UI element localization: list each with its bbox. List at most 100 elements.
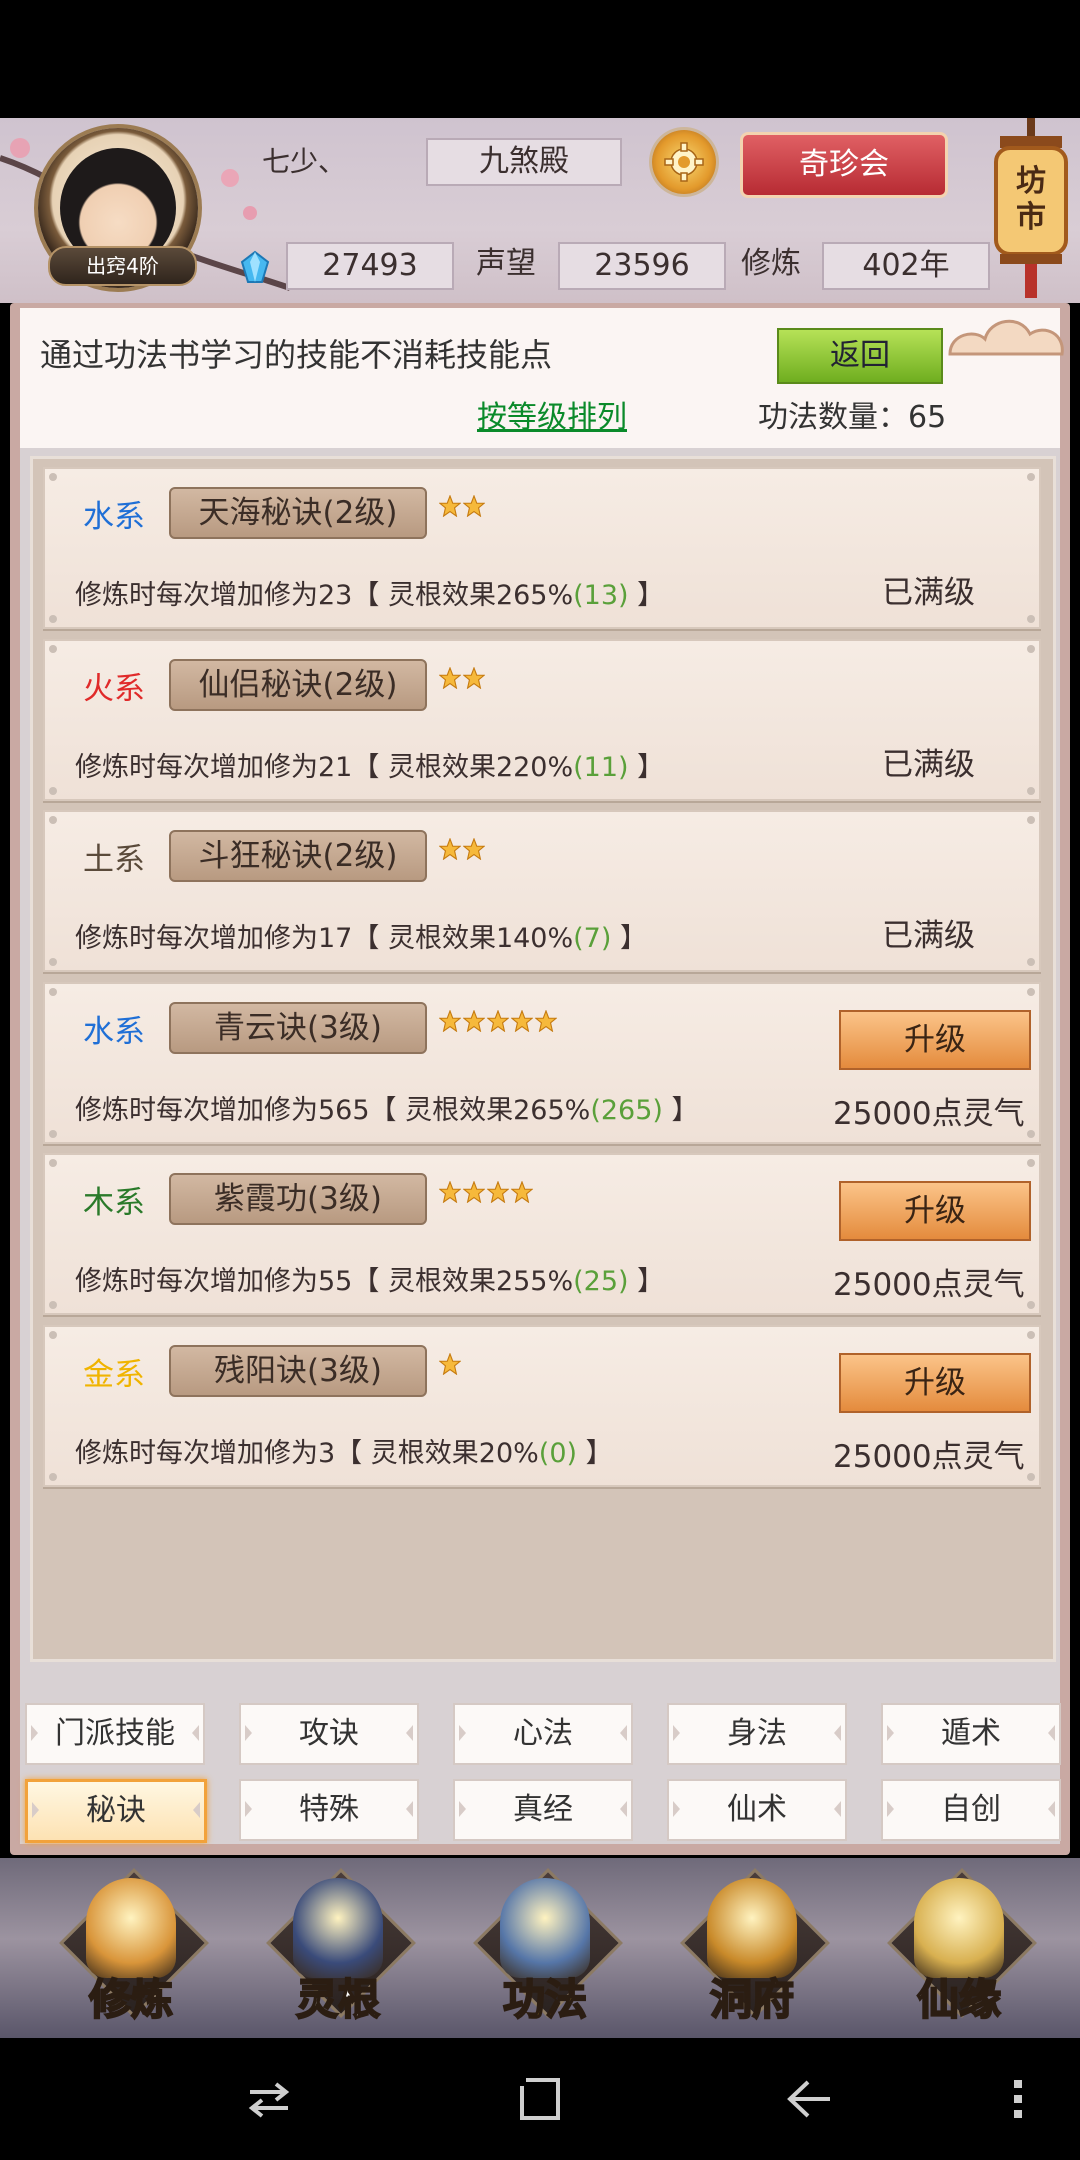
card-corner-stud	[49, 1330, 57, 1339]
menu-dots-icon[interactable]	[1010, 2078, 1026, 2120]
skill-name: 残阳诀(3级)	[169, 1344, 427, 1397]
recent-apps-icon[interactable]	[246, 2080, 292, 2120]
skill-stars	[438, 1351, 463, 1381]
nav-label: 洞府	[709, 1974, 795, 2025]
card-corner-stud	[49, 644, 57, 653]
settings-button[interactable]	[652, 130, 716, 194]
category-button[interactable]: 仙术	[667, 1779, 847, 1841]
skill-stars	[438, 1180, 535, 1209]
skill-name: 斗狂秘诀(2级)	[169, 830, 427, 882]
effect-text: 修炼时每次增加修为21【 灵根效果220%	[75, 751, 574, 783]
effect-close: 】	[628, 1266, 665, 1297]
skill-card[interactable]: 火系 仙侣秘诀(2级) 修炼时每次增加修为21【 灵根效果220%(11) 】 已满级	[43, 638, 1041, 801]
skill-card[interactable]: 木系 紫霞功(3级) 修炼时每次增加修为55【 灵根效果255%(25) 】 升级 25…	[43, 1153, 1041, 1315]
skill-effect: 修炼时每次增加修为23【 灵根效果265%(13) 】	[75, 573, 664, 612]
card-corner-stud	[1027, 473, 1035, 481]
category-button[interactable]: 真经	[453, 1779, 633, 1841]
star-icon	[510, 1008, 534, 1036]
card-corner-stud	[49, 1301, 57, 1309]
effect-bonus: (7)	[573, 923, 612, 954]
max-level-label: 已满级	[882, 575, 975, 611]
category-button[interactable]: 秘诀	[25, 1779, 207, 1843]
sword-icon	[293, 1878, 383, 1978]
upgrade-cost: 25000点灵气	[833, 1438, 1025, 1475]
cloud-decoration	[948, 319, 1064, 356]
skill-name: 仙侣秘诀(2级)	[169, 658, 427, 711]
back-button[interactable]: 返回	[777, 328, 943, 384]
card-corner-stud	[1027, 786, 1035, 795]
skill-effect: 修炼时每次增加修为3【 灵根效果20%(0) 】	[75, 1431, 613, 1470]
category-button[interactable]: 门派技能	[25, 1703, 205, 1765]
upgrade-button[interactable]: 升级	[839, 1352, 1031, 1413]
skills-panel: 通过功法书学习的技能不消耗技能点 返回 按等级排列 功法数量：65 水系 天海秘诀…	[10, 303, 1070, 1855]
effect-close: 】	[628, 751, 665, 783]
star-icon	[486, 1180, 510, 1207]
skill-effect: 修炼时每次增加修为55【 灵根效果255%(25) 】	[75, 1259, 664, 1298]
nav-label: 修炼	[88, 1974, 174, 2025]
sect-name: 九煞殿	[426, 138, 622, 186]
sort-by-level-link[interactable]: 按等级排列	[477, 392, 627, 436]
skill-list[interactable]: 水系 天海秘诀(2级) 修炼时每次增加修为23【 灵根效果265%(13) 】已满级…	[30, 456, 1056, 1662]
effect-text: 修炼时每次增加修为17【 灵根效果140%	[75, 923, 574, 954]
effect-text: 修炼时每次增加修为565【 灵根效果265%	[75, 1094, 591, 1126]
nav-gourd[interactable]: 仙缘	[874, 1868, 1044, 2028]
bottom-nav: 修炼 灵根 功法 洞府 仙缘	[0, 1858, 1080, 2038]
upgrade-cost: 25000点灵气	[833, 1095, 1025, 1132]
card-corner-stud	[49, 473, 57, 481]
effect-bonus: (13)	[573, 580, 629, 611]
max-level-label: 已满级	[882, 918, 975, 954]
skill-card[interactable]: 水系 天海秘诀(2级) 修炼时每次增加修为23【 灵根效果265%(13) 】 已满级	[43, 467, 1041, 629]
star-icon	[462, 1180, 486, 1207]
upgrade-button[interactable]: 升级	[839, 1009, 1031, 1070]
market-button[interactable]: 坊市	[992, 118, 1070, 298]
category-button[interactable]: 攻诀	[239, 1703, 419, 1765]
gourd-icon	[914, 1878, 1004, 1978]
reputation-value: 23596	[558, 242, 726, 290]
market-label: 坊市	[1016, 164, 1046, 235]
treasure-auction-button[interactable]: 奇珍会	[740, 132, 948, 198]
skill-card[interactable]: 水系 青云诀(3级) 修炼时每次增加修为565【 灵根效果265%(265) 】 升级…	[43, 981, 1041, 1144]
effect-text: 修炼时每次增加修为55【 灵根效果255%	[75, 1266, 574, 1297]
skill-effect: 修炼时每次增加修为565【 灵根效果265%(265) 】	[75, 1088, 699, 1127]
skill-count: 功法数量：65	[758, 400, 947, 435]
back-arrow-icon[interactable]	[786, 2076, 834, 2122]
star-icon	[438, 665, 462, 693]
category-button[interactable]: 身法	[667, 1703, 847, 1765]
effect-close: 】	[611, 923, 647, 954]
effect-close: 】	[577, 1437, 613, 1469]
skill-name: 青云诀(3级)	[169, 1001, 427, 1054]
skill-card[interactable]: 土系 斗狂秘诀(2级) 修炼时每次增加修为17【 灵根效果140%(7) 】 已满级	[43, 810, 1041, 972]
nav-book[interactable]: 功法	[460, 1868, 630, 2028]
effect-text: 修炼时每次增加修为23【 灵根效果265%	[75, 580, 574, 611]
category-button[interactable]: 心法	[453, 1703, 633, 1765]
nav-monk[interactable]: 修炼	[46, 1868, 216, 2028]
star-icon	[438, 1351, 462, 1379]
skill-effect: 修炼时每次增加修为17【 灵根效果140%(7) 】	[75, 916, 647, 955]
system-nav-bar	[0, 2038, 1080, 2160]
skill-name: 紫霞功(3级)	[169, 1173, 427, 1225]
effect-bonus: (0)	[538, 1437, 578, 1469]
card-corner-stud	[1027, 987, 1035, 996]
nav-pagoda[interactable]: 洞府	[667, 1868, 837, 2028]
cultivation-value: 402年	[822, 242, 990, 290]
skill-card[interactable]: 金系 残阳诀(3级) 修炼时每次增加修为3【 灵根效果20%(0) 】 升级 25000…	[43, 1324, 1041, 1487]
reputation-label: 声望	[476, 246, 536, 281]
card-corner-stud	[49, 1159, 57, 1167]
star-icon	[462, 837, 486, 864]
category-button[interactable]: 自创	[881, 1779, 1061, 1841]
skill-stars	[438, 837, 487, 866]
nav-sword[interactable]: 灵根	[253, 1868, 423, 2028]
category-button[interactable]: 特殊	[239, 1779, 419, 1841]
max-level-label: 已满级	[882, 746, 975, 783]
rank-badge: 出窍4阶	[48, 246, 197, 286]
effect-text: 修炼时每次增加修为3【 灵根效果20%	[75, 1437, 539, 1469]
category-button[interactable]: 遁术	[881, 1703, 1061, 1765]
skill-element: 水系	[83, 499, 145, 535]
skill-stars	[438, 494, 487, 523]
star-icon	[486, 1008, 510, 1036]
home-icon[interactable]	[518, 2076, 562, 2122]
card-corner-stud	[49, 786, 57, 795]
status-bar	[0, 0, 1080, 118]
upgrade-button[interactable]: 升级	[839, 1181, 1031, 1241]
star-icon	[438, 1008, 462, 1036]
